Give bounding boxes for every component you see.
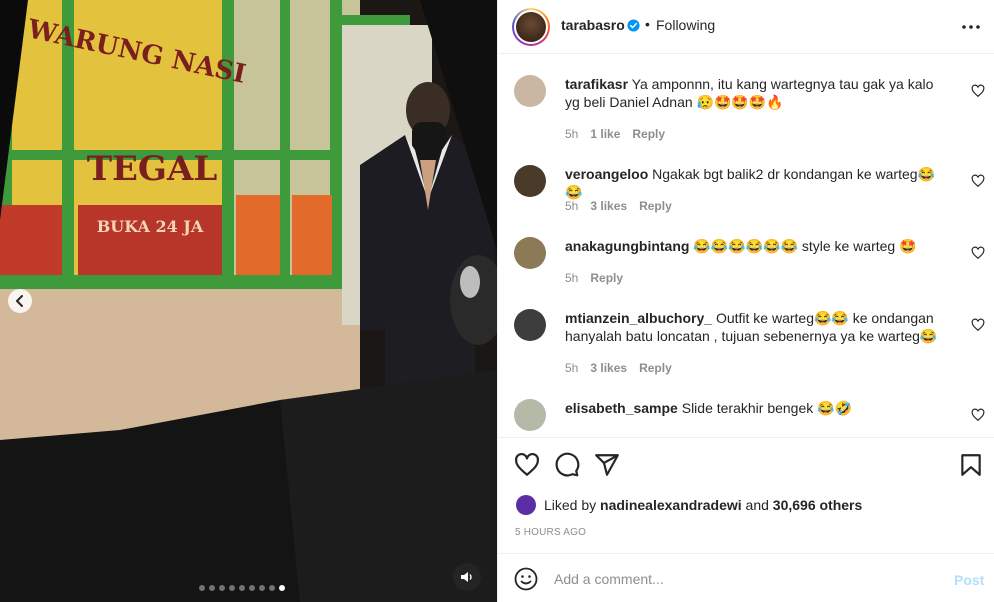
carousel-indicator <box>199 585 285 591</box>
more-options-icon <box>962 25 980 29</box>
comment-text-block: elisabeth_sampe Slide terakhir bengek 😂🤣 <box>565 399 945 417</box>
comment-avatar[interactable] <box>514 237 546 269</box>
sign-line-3: BUKA 24 JA <box>97 217 204 236</box>
comment-meta: 5h 3 likes Reply <box>565 199 672 213</box>
comment-avatar[interactable] <box>514 75 546 107</box>
liked-by-others[interactable]: 30,696 others <box>773 497 863 513</box>
comment-time[interactable]: 5h <box>565 361 578 375</box>
comment-username[interactable]: tarafikasr <box>565 76 628 92</box>
author-avatar[interactable] <box>512 8 550 46</box>
post-header: tarabasro • Following <box>498 0 994 54</box>
chevron-left-icon <box>16 295 23 307</box>
comment-text: 😂😂😂😂😂😂 style ke warteg 🤩 <box>693 238 917 254</box>
comment-username[interactable]: veroangeloo <box>565 166 648 182</box>
comment-time[interactable]: 5h <box>565 199 578 213</box>
carousel-dot <box>209 585 215 591</box>
post-actions: Liked by nadinealexandradewi and 30,696 … <box>498 437 994 553</box>
comment-username[interactable]: elisabeth_sampe <box>565 400 678 416</box>
comment-icon[interactable] <box>554 452 580 478</box>
post-timestamp[interactable]: 5 HOURS AGO <box>515 527 586 538</box>
carousel-dot <box>219 585 225 591</box>
comment-avatar[interactable] <box>514 399 546 431</box>
post-comment-button[interactable]: Post <box>954 572 984 588</box>
bookmark-icon[interactable] <box>958 452 984 478</box>
speaker-icon <box>461 572 472 582</box>
carousel-prev-button[interactable] <box>8 289 32 313</box>
comment-username[interactable]: mtianzein_albuchory_ <box>565 310 712 326</box>
likes-summary: Liked by nadinealexandradewi and 30,696 … <box>516 495 862 515</box>
media-photo: WARUNG NASI TEGAL BUKA 24 JA <box>0 0 497 602</box>
heart-icon[interactable] <box>514 452 540 478</box>
following-button[interactable]: Following <box>656 17 715 33</box>
verified-badge-icon <box>627 19 640 32</box>
comment-text-block: veroangeloo Ngakak bgt balik2 dr kondang… <box>565 165 945 201</box>
author-username[interactable]: tarabasro <box>561 17 625 33</box>
heart-icon[interactable] <box>971 408 985 422</box>
heart-icon[interactable] <box>971 84 985 98</box>
emoji-icon[interactable] <box>514 567 538 591</box>
comment-username[interactable]: anakagungbintang <box>565 238 689 254</box>
comment-likes[interactable]: 1 like <box>590 127 620 141</box>
comment-time[interactable]: 5h <box>565 271 578 285</box>
sign-line-2: TEGAL <box>87 149 218 189</box>
carousel-dot <box>259 585 265 591</box>
sound-toggle-button[interactable] <box>453 563 481 591</box>
comment-meta: 5h 3 likes Reply <box>565 361 672 375</box>
comment-reply-button[interactable]: Reply <box>639 199 672 213</box>
comment-text: Slide terakhir bengek 😂🤣 <box>681 400 853 416</box>
header-separator: • <box>645 16 650 32</box>
carousel-dot <box>279 585 285 591</box>
comment-avatar[interactable] <box>514 309 546 341</box>
carousel-dot <box>269 585 275 591</box>
comment-reply-button[interactable]: Reply <box>590 271 623 285</box>
comment-meta: 5h 1 like Reply <box>565 127 665 141</box>
comment-meta: 5h Reply <box>565 271 623 285</box>
liked-by-and: and <box>745 497 769 513</box>
post-side-panel: tarabasro • Following tarafikasr Ya ampo… <box>497 0 994 602</box>
liker-avatar[interactable] <box>516 495 536 515</box>
comment-likes[interactable]: 3 likes <box>590 361 627 375</box>
carousel-dot <box>229 585 235 591</box>
comment-likes[interactable]: 3 likes <box>590 199 627 213</box>
comments-list[interactable]: tarafikasr Ya amponnn, itu kang wartegny… <box>498 55 994 437</box>
comment-text-block: mtianzein_albuchory_ Outfit ke warteg😂😂 … <box>565 309 945 345</box>
comment-time[interactable]: 5h <box>565 127 578 141</box>
comment-text-block: anakagungbintang 😂😂😂😂😂😂 style ke warteg … <box>565 237 945 255</box>
comment-avatar[interactable] <box>514 165 546 197</box>
heart-icon[interactable] <box>971 318 985 332</box>
share-icon[interactable] <box>594 452 620 478</box>
liked-by-prefix: Liked by <box>544 497 597 513</box>
more-options-button[interactable] <box>960 16 982 38</box>
carousel-dot <box>199 585 205 591</box>
comment-text-block: tarafikasr Ya amponnn, itu kang wartegny… <box>565 75 945 111</box>
carousel-dot <box>249 585 255 591</box>
post-media[interactable]: WARUNG NASI TEGAL BUKA 24 JA <box>0 0 497 602</box>
comment-reply-button[interactable]: Reply <box>632 127 665 141</box>
comment-input[interactable] <box>554 567 934 591</box>
heart-icon[interactable] <box>971 246 985 260</box>
comment-composer: Post <box>498 553 994 602</box>
comment-reply-button[interactable]: Reply <box>639 361 672 375</box>
liked-by-user[interactable]: nadinealexandradewi <box>600 497 742 513</box>
heart-icon[interactable] <box>971 174 985 188</box>
carousel-dot <box>239 585 245 591</box>
